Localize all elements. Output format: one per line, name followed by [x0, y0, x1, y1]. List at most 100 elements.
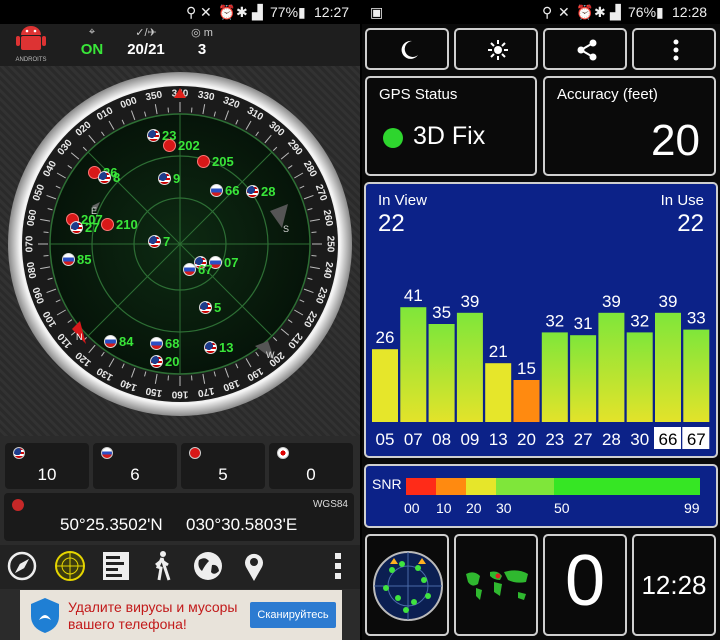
bezel-number: 160: [171, 388, 188, 399]
snr-scale-panel: SNR 00 10 20 30 50 99: [364, 464, 718, 528]
clock-tile[interactable]: 12:28: [632, 534, 716, 636]
shield-icon: [31, 598, 59, 633]
mute-icon: ✕: [558, 4, 570, 20]
sat-marker[interactable]: 7: [148, 234, 170, 249]
battery-percent: 76%: [628, 4, 657, 20]
fix-indicator: [383, 128, 403, 148]
gps-status-panel: GPS Status 3D Fix: [365, 76, 537, 176]
snr-chart-panel: In View 22 In Use 22 26 05 41 07 35 08 39 09 21 1…: [364, 182, 718, 458]
coordinates-panel: WGS84 50°25.3502'N 030°30.5803'E: [4, 493, 354, 541]
snr-value-label: 32: [545, 311, 564, 330]
sat-marker[interactable]: 5: [199, 300, 221, 315]
sat-marker[interactable]: 205: [197, 154, 234, 169]
radar-svg: 3403303203103002902802702602502402302202…: [8, 72, 352, 416]
prn-label: 30: [630, 430, 649, 449]
snr-value-label: 39: [602, 292, 621, 311]
location-icon: ⚲: [542, 4, 553, 20]
sat-marker[interactable]: 8: [98, 170, 120, 185]
night-mode-button[interactable]: [365, 28, 449, 70]
walker-icon[interactable]: [144, 549, 180, 585]
snr-value-label: 39: [659, 292, 678, 311]
sun-icon: [488, 40, 508, 60]
count-tile[interactable]: 0: [543, 534, 627, 636]
snr-bar: [626, 332, 653, 422]
snr-value-label: 31: [574, 314, 593, 333]
fix-value: 3D Fix: [413, 122, 486, 150]
snr-bar: [655, 312, 681, 422]
battery-icon: ▮: [298, 4, 306, 20]
more-vert-icon: [673, 39, 679, 61]
sat-marker[interactable]: 27: [70, 220, 99, 235]
snr-value-label: 41: [404, 286, 423, 305]
sat-marker[interactable]: 13: [204, 340, 233, 355]
snr-bar: [372, 349, 398, 422]
ad-banner[interactable]: Удалите вирусы и мусоры вашего телефона! …: [20, 590, 342, 640]
snr-value-label: 32: [630, 311, 649, 330]
accuracy-label: Accuracy (feet): [557, 86, 658, 103]
globe-icon[interactable]: [190, 549, 226, 585]
sat-marker[interactable]: 85: [62, 252, 91, 267]
scale-seg-lightgreen: [496, 478, 554, 495]
snr-bar: [598, 312, 625, 422]
ad-scan-button[interactable]: Сканируйтесь: [250, 602, 336, 628]
sat-marker[interactable]: 210: [101, 217, 138, 232]
radar-mini-tile[interactable]: [365, 534, 449, 636]
brightness-button[interactable]: [454, 28, 538, 70]
signal-icon: ▟: [610, 4, 621, 20]
sat-marker[interactable]: 20: [150, 354, 179, 369]
count-china: 5: [181, 443, 265, 489]
sat-marker[interactable]: 67: [183, 262, 212, 277]
radar-icon[interactable]: [52, 549, 88, 585]
datum-label: WGS84: [312, 499, 348, 510]
letter-w: W: [266, 350, 275, 360]
moon-icon: [401, 40, 418, 59]
share-button[interactable]: [543, 28, 627, 70]
snr-value-label: 35: [432, 303, 451, 322]
image-notification-icon: ▣: [370, 4, 384, 20]
bluetooth-icon: ✱: [594, 4, 606, 20]
signal-icon: ▟: [252, 4, 263, 20]
android-logo[interactable]: ANDROITS: [14, 26, 48, 63]
more-vert-icon[interactable]: [320, 549, 356, 585]
sat-marker[interactable]: 28: [246, 184, 275, 199]
scale-tick: 10: [436, 500, 452, 516]
menu-button[interactable]: [632, 28, 716, 70]
ad-message: Удалите вирусы и мусоры вашего телефона!: [68, 599, 238, 632]
sat-marker[interactable]: 9: [158, 171, 180, 186]
list-icon[interactable]: [98, 549, 134, 585]
world-map-tile[interactable]: [454, 534, 538, 636]
snr-value-label: 15: [517, 359, 536, 378]
prn-label: 07: [404, 430, 423, 449]
mute-icon: ✕: [200, 4, 212, 20]
prn-label: 13: [489, 430, 508, 449]
snr-value-label: 21: [489, 342, 508, 361]
accuracy-value: 20: [651, 116, 700, 165]
scale-tick: 00: [404, 500, 420, 516]
latitude: 50°25.3502'N: [60, 515, 163, 534]
globe-small-icon: [12, 499, 24, 511]
letter-s: S: [283, 224, 289, 234]
snr-bar: [541, 332, 568, 422]
prn-label: 20: [517, 430, 536, 449]
compass-icon[interactable]: [4, 549, 40, 585]
check-sat-icon: ✓/✈: [135, 27, 157, 39]
bezel-number: 250: [324, 236, 335, 253]
alarm-icon: ⏰: [576, 4, 594, 20]
bottom-toolbar: [0, 545, 360, 589]
scale-seg-red: [406, 478, 436, 495]
sat-marker[interactable]: 68: [150, 336, 179, 351]
prn-label: 05: [376, 430, 395, 449]
scale-seg-orange: [436, 478, 466, 495]
sat-marker[interactable]: 202: [163, 138, 200, 153]
share-icon: [577, 39, 597, 61]
longitude: 030°30.5803'E: [186, 515, 298, 534]
snr-bar-chart: 26 05 41 07 35 08 39 09 21 13 15 20 32 23 31 27 39 28 32 30…: [372, 286, 710, 449]
bluetooth-icon: ✱: [236, 4, 248, 20]
prn-label: 27: [574, 430, 593, 449]
letter-n: N: [76, 332, 83, 342]
sat-marker[interactable]: 84: [104, 334, 133, 349]
sat-marker[interactable]: 66: [210, 183, 239, 198]
pin-icon[interactable]: [236, 549, 272, 585]
prn-label: 67: [687, 430, 706, 449]
battery-icon: ▮: [656, 4, 664, 20]
